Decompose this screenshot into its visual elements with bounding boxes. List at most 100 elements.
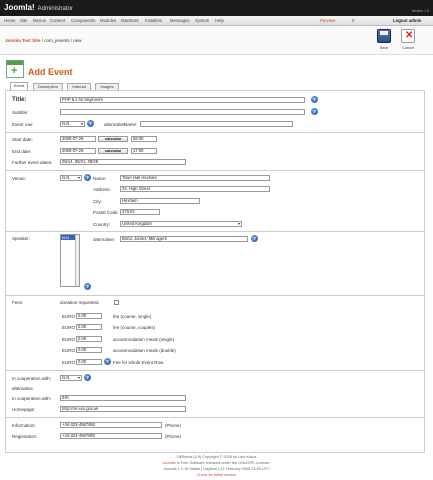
- footer-license: Joomla! is Free Software released under …: [162, 461, 271, 465]
- event-row-name-input[interactable]: [140, 121, 293, 127]
- further-dates-input[interactable]: 08/14, 08/21, 08/28: [60, 159, 186, 165]
- tab-description[interactable]: Description: [33, 83, 63, 90]
- cooperation-alt-input[interactable]: IHK: [60, 395, 186, 401]
- speaker-label: Speaker:: [12, 236, 31, 241]
- information-input[interactable]: +44-323-4567892: [60, 422, 162, 428]
- event-row-help-icon[interactable]: ?: [87, 120, 94, 127]
- page-title: Add Event: [28, 67, 73, 77]
- country-label: Country:: [93, 222, 111, 227]
- title-input[interactable]: PHP 5.x for beginners: [60, 97, 305, 103]
- cooperation-label: In cooperation with:: [12, 376, 52, 381]
- speaker-listbox[interactable]: N.N.: [60, 234, 80, 287]
- fee-input[interactable]: 0.00: [76, 313, 102, 319]
- country-select[interactable]: United Kingdom: [120, 221, 242, 227]
- cooperation-alternative-label: alternative: [12, 386, 33, 391]
- start-time-input[interactable]: 08:00: [131, 136, 157, 142]
- fee-currency: EURO: [62, 314, 76, 319]
- page-footer: OffSeeds (0.9) Copyright © 2006 by Lars …: [0, 455, 433, 479]
- footer-version: Joomla! 1.0.15 Stable [ Daytime ] 22 Feb…: [163, 467, 270, 471]
- fees-label: Fees:: [12, 300, 24, 305]
- end-date-label: End date:: [12, 149, 32, 154]
- cooperation-select[interactable]: N.N.: [60, 375, 82, 381]
- fee-description: accommodation meals (double): [113, 348, 176, 353]
- fee-help-icon[interactable]: ?: [104, 358, 111, 365]
- fee-description: accommodation meals (single): [113, 337, 175, 342]
- divider: [5, 295, 425, 296]
- menu-item-content[interactable]: Content: [50, 18, 65, 23]
- speaker-alternative-help-icon[interactable]: ?: [251, 235, 258, 242]
- venue-select[interactable]: N.N.: [60, 175, 82, 181]
- end-time-input[interactable]: 17:00: [131, 148, 157, 154]
- speaker-scrollbar[interactable]: [75, 235, 79, 286]
- subtitle-input[interactable]: [60, 109, 305, 115]
- menu-item-components[interactable]: Components: [71, 18, 95, 23]
- save-button[interactable]: Save: [374, 29, 394, 53]
- title-help-icon[interactable]: ?: [311, 96, 318, 103]
- fee-input[interactable]: 0.00: [76, 324, 102, 330]
- cancel-button[interactable]: Cancel: [398, 29, 418, 53]
- menu-item-site[interactable]: Site: [20, 18, 27, 23]
- venue-name-input[interactable]: Town Hall Hexham: [120, 175, 270, 181]
- registration-suffix: (Phone): [165, 434, 182, 439]
- start-date-label: Start date:: [12, 137, 33, 142]
- fee-description: fee (course, couples): [113, 325, 156, 330]
- add-calendar-icon: [6, 60, 24, 78]
- logout-link[interactable]: Logout admin: [393, 18, 421, 23]
- donation-checkbox[interactable]: [114, 300, 119, 305]
- menu-item-modules[interactable]: Modules: [100, 18, 116, 23]
- tab-images[interactable]: Images: [95, 83, 119, 90]
- donation-label: donation requested: [60, 300, 99, 305]
- fee-description: fee (course, single): [113, 314, 152, 319]
- tab-event[interactable]: Event: [10, 82, 28, 90]
- postal-code-input[interactable]: 27SX3: [120, 209, 160, 215]
- fee-input[interactable]: 0.00: [76, 336, 102, 342]
- cooperation-alt-label: In cooperation with:: [12, 396, 52, 401]
- event-row-label: Event row:: [12, 122, 34, 127]
- breadcrumb: Joomla Test Site / com_jevents / new: [5, 38, 82, 43]
- top-header-bar: Joomla! Administrator Version 1.0: [0, 0, 433, 16]
- preview-link[interactable]: Preview: [320, 18, 335, 23]
- address-input[interactable]: 34, High Street: [120, 186, 270, 192]
- venue-help-icon[interactable]: ?: [84, 174, 91, 181]
- menu-item-mambots[interactable]: Mambots: [121, 18, 139, 23]
- menu-item-help[interactable]: Help: [215, 18, 224, 23]
- speaker-alternative-input[interactable]: Bond, James; Mill agent: [120, 236, 248, 242]
- subtitle-help-icon[interactable]: ?: [311, 108, 318, 115]
- cooperation-help-icon[interactable]: ?: [84, 374, 91, 381]
- start-date-calendar-button[interactable]: calendar: [98, 136, 128, 142]
- start-date-input[interactable]: 2008-07-29: [60, 136, 96, 142]
- homepage-input[interactable]: http://mr-xxx.gov.uk: [60, 406, 186, 412]
- event-row-name-label: Name:: [124, 122, 138, 127]
- message-counter[interactable]: 0: [352, 18, 354, 23]
- menu-item-installers[interactable]: Installers: [145, 18, 162, 23]
- fee-currency: EURO: [62, 325, 76, 330]
- information-label: Information:: [12, 423, 36, 428]
- divider: [5, 231, 425, 232]
- title-label: Title:: [12, 96, 27, 103]
- divider: [5, 132, 425, 133]
- menu-item-messages[interactable]: Messages: [170, 18, 190, 23]
- footer-check-version-link[interactable]: Check for latest version: [0, 473, 433, 477]
- postal-code-label: Postal Code:: [93, 210, 119, 215]
- speaker-help-icon[interactable]: ?: [84, 283, 91, 290]
- end-date-input[interactable]: 2008-07-29: [60, 148, 96, 154]
- footer-joomla-link[interactable]: Joomla!: [163, 461, 176, 465]
- menu-item-home[interactable]: Home: [4, 18, 15, 23]
- registration-input[interactable]: +44-323-4567892: [60, 433, 162, 439]
- further-dates-label: Further event dates:: [12, 160, 53, 165]
- end-date-calendar-button[interactable]: calendar: [98, 148, 128, 154]
- city-input[interactable]: Hexham: [120, 198, 200, 204]
- subtitle-label: Subtitle:: [12, 110, 29, 115]
- divider: [5, 170, 425, 171]
- event-row-select[interactable]: N.N.: [60, 121, 85, 127]
- address-label: Address:: [93, 187, 111, 192]
- venue-name-label: Name:: [93, 176, 107, 181]
- cancel-x-icon: [401, 29, 415, 43]
- information-suffix: (Phone): [165, 423, 182, 428]
- menu-item-system[interactable]: System: [195, 18, 209, 23]
- tab-internal[interactable]: Internal: [67, 83, 91, 90]
- menu-item-menus[interactable]: Menus: [33, 18, 46, 23]
- breadcrumb-site-link[interactable]: Joomla Test Site: [5, 38, 40, 43]
- fee-input[interactable]: 0.00: [76, 347, 102, 353]
- fee-input[interactable]: 0.00: [76, 359, 102, 365]
